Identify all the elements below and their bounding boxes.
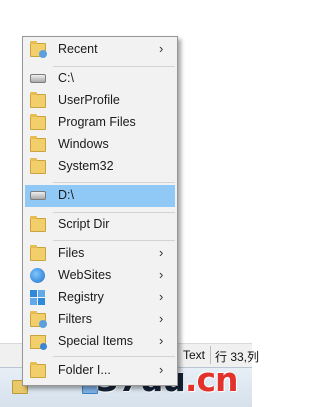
menu-item-label: D:\: [58, 188, 74, 202]
menu-separator: [53, 212, 175, 213]
submenu-arrow-icon: ›: [159, 267, 164, 282]
menu-item-websites[interactable]: WebSites ›: [25, 265, 175, 287]
files-icon: [30, 245, 46, 261]
menu-item-label: Program Files: [58, 115, 136, 129]
menu-item-program-files[interactable]: Program Files: [25, 112, 175, 134]
menu-item-label: WebSites: [58, 268, 112, 282]
menu-separator: [53, 240, 175, 241]
menu-item-files[interactable]: Files ›: [25, 243, 175, 265]
drive-icon: [30, 74, 46, 83]
context-menu: Recent › C:\ UserProfile Program Files W…: [22, 36, 178, 386]
folder-icon: [30, 136, 46, 152]
submenu-arrow-icon: ›: [159, 362, 164, 377]
drive-icon: [30, 191, 46, 200]
folder-icon: [30, 114, 46, 130]
menu-item-drive-c[interactable]: C:\: [25, 68, 175, 90]
folder-icon: [30, 92, 46, 108]
menu-item-label: Special Items: [58, 334, 134, 348]
filter-icon: [30, 311, 47, 328]
submenu-arrow-icon: ›: [159, 245, 164, 260]
menu-item-label: System32: [58, 159, 114, 173]
folder-icon: [30, 362, 46, 378]
menu-item-label: Windows: [58, 137, 109, 151]
submenu-arrow-icon: ›: [159, 311, 164, 326]
submenu-arrow-icon: ›: [159, 333, 164, 348]
menu-item-label: Filters: [58, 312, 93, 326]
menu-separator: [53, 356, 175, 357]
menu-item-label: Script Dir: [58, 217, 110, 231]
menu-item-label: Registry: [58, 290, 104, 304]
submenu-arrow-icon: ›: [159, 41, 164, 56]
menu-item-label: C:\: [58, 71, 74, 85]
folder-icon: [30, 158, 46, 174]
menu-separator: [53, 66, 175, 67]
watermark-accent-text: .cn: [184, 360, 239, 399]
menu-item-label: Files: [58, 246, 85, 260]
menu-item-registry[interactable]: Registry ›: [25, 287, 175, 309]
submenu-arrow-icon: ›: [159, 289, 164, 304]
folder-icon: [30, 216, 46, 232]
registry-icon: [30, 290, 46, 305]
special-items-icon: [30, 335, 47, 350]
menu-item-drive-d[interactable]: D:\: [25, 185, 175, 207]
menu-item-filters[interactable]: Filters ›: [25, 309, 175, 331]
menu-item-folder[interactable]: Folder I... ›: [25, 360, 175, 382]
menu-separator: [53, 182, 175, 183]
menu-item-windows[interactable]: Windows: [25, 134, 175, 156]
menu-item-special-items[interactable]: Special Items ›: [25, 331, 175, 353]
menu-item-label: Folder I...: [58, 363, 111, 377]
folder-recent-icon: [30, 41, 47, 58]
menu-item-label: Recent: [58, 42, 98, 56]
menu-item-system32[interactable]: System32: [25, 156, 175, 178]
menu-item-userprofile[interactable]: UserProfile: [25, 90, 175, 112]
ie-globe-icon: [30, 268, 45, 283]
menu-item-label: UserProfile: [58, 93, 120, 107]
menu-item-script-dir[interactable]: Script Dir: [25, 214, 175, 236]
menu-item-recent[interactable]: Recent ›: [25, 39, 175, 61]
